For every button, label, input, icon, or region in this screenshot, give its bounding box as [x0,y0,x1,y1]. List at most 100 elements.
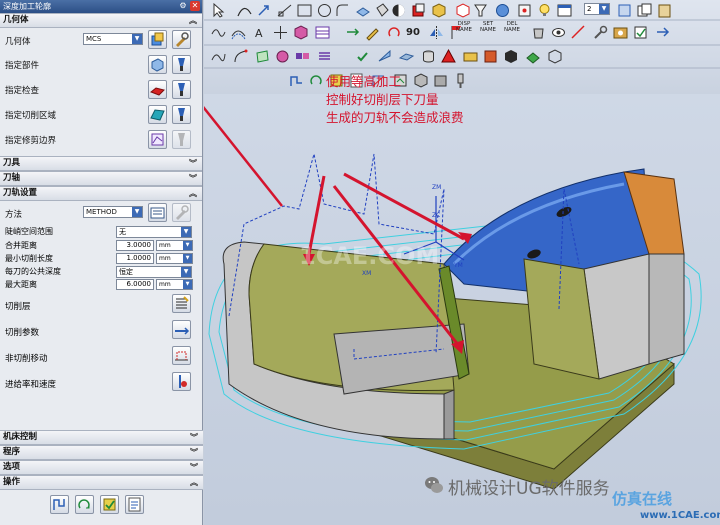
tools-icon[interactable] [616,2,633,19]
rectangle-icon[interactable] [296,2,313,19]
line-icon[interactable] [276,2,293,19]
options-section-header[interactable]: 选项 ︾ [0,460,203,475]
pencil-icon[interactable] [364,24,381,41]
cursor-icon[interactable] [210,2,227,19]
sphere-icon[interactable] [494,2,511,19]
merge-distance-input[interactable]: 3.0000 [116,240,154,251]
circle-icon[interactable] [316,2,333,19]
verify-toolpath-button[interactable] [100,495,119,514]
new-method-button[interactable] [148,203,167,222]
geometry-section-header[interactable]: 几何体 ︽ [0,13,202,28]
select-trim-button[interactable] [148,130,167,149]
check-green-icon[interactable] [354,48,371,65]
text-icon[interactable]: A [252,24,269,41]
machine-control-section-header[interactable]: 机床控制 ︾ [0,430,203,445]
close-icon[interactable]: ✕ [190,1,200,11]
spline-icon[interactable] [210,24,227,41]
color-box-icon[interactable] [482,48,499,65]
max-distance-unit-select[interactable]: mm ▼ [156,279,193,290]
replay-toolpath-button[interactable] [75,495,94,514]
disp-name-button[interactable]: DISP NAME [454,21,474,33]
gray-cube-icon[interactable] [432,72,449,89]
cut-params-button[interactable] [172,320,191,339]
plane-icon[interactable] [398,48,415,65]
cut-cube-icon[interactable] [412,72,429,89]
spline-2-icon[interactable] [210,48,227,65]
replay-icon[interactable] [308,72,325,89]
steep-gap-select[interactable]: 无 ▼ [116,226,192,238]
angle-90-icon[interactable]: 90 [406,24,423,41]
cylinder-icon[interactable] [420,48,437,65]
mirror-icon[interactable] [428,24,445,41]
solid-icon[interactable] [502,48,519,65]
feeds-speeds-button[interactable] [172,372,191,391]
min-cut-length-unit-select[interactable]: mm ▼ [156,253,193,264]
assembly-icon[interactable] [294,48,311,65]
fillet-icon[interactable] [334,2,351,19]
bulb-icon[interactable] [536,2,553,19]
offset-curve-icon[interactable] [230,24,247,41]
measure-icon[interactable] [570,24,587,41]
cut-levels-button[interactable] [172,294,191,313]
arrow-icon[interactable] [256,2,273,19]
wrench-icon[interactable] [592,24,609,41]
program-section-header[interactable]: 程序 ︾ [0,445,203,460]
render-icon[interactable] [390,2,407,19]
del-name-button[interactable]: DEL NAME [502,21,522,33]
move-icon[interactable] [344,24,361,41]
set-name-button[interactable]: SET NAME [478,21,498,33]
display-cut-area-button[interactable] [172,105,191,124]
copy-icon[interactable] [636,2,653,19]
paste-icon[interactable] [656,2,673,19]
operation-icon[interactable] [288,72,305,89]
curve-icon[interactable] [236,2,253,19]
new-geometry-button[interactable] [148,30,167,49]
generate-toolpath-button[interactable] [50,495,69,514]
dialog-icon[interactable] [556,2,573,19]
edit-geometry-button[interactable] [172,30,191,49]
non-cut-moves-button[interactable] [172,346,191,365]
display-part-button[interactable] [172,55,191,74]
shape-pink-icon[interactable] [274,48,291,65]
sketch-icon[interactable] [232,48,249,65]
edit-method-button[interactable] [172,203,191,222]
wireframe-icon[interactable] [546,48,563,65]
checkbox-icon[interactable] [632,24,649,41]
graphics-viewport[interactable]: ZM ZC YM XM 1CAE.COM [204,94,720,525]
select-cut-area-button[interactable] [148,105,167,124]
tool-section-header[interactable]: 刀具 ︾ [0,156,202,171]
display-check-button[interactable] [172,80,191,99]
layer-icon[interactable] [410,2,427,19]
path-settings-section-header[interactable]: 刀轨设置 ︽ [0,186,202,201]
select-filter-icon[interactable] [472,2,489,19]
extrude-icon[interactable] [354,2,371,19]
stack-icon[interactable] [316,48,333,65]
point-icon[interactable] [272,24,289,41]
hole-icon[interactable] [612,24,629,41]
forward-arrow-icon[interactable] [654,24,671,41]
settings-icon[interactable]: ⚙ [178,1,188,11]
axis-section-header[interactable]: 刀轴 ︾ [0,171,202,186]
pyramid-icon[interactable] [440,48,457,65]
part-green-icon[interactable] [524,48,541,65]
min-cut-length-input[interactable]: 1.0000 [116,253,154,264]
eye-icon[interactable] [550,24,567,41]
display-trim-button[interactable] [172,130,191,149]
fill-icon[interactable] [374,2,391,19]
select-check-button[interactable] [148,80,167,99]
view-cube-icon[interactable] [454,2,471,19]
rotate-icon[interactable] [386,24,403,41]
datum-icon[interactable] [254,48,271,65]
merge-distance-unit-select[interactable]: mm ▼ [156,240,193,251]
blade-icon[interactable] [376,48,393,65]
depth-per-cut-select[interactable]: 恒定 ▼ [116,266,192,278]
layer-dropdown[interactable]: 2 ▼ [584,3,610,15]
max-distance-input[interactable]: 6.0000 [116,279,154,290]
cube-gold-icon[interactable] [430,2,447,19]
actions-section-header[interactable]: 操作 ︽ [0,475,203,490]
bucket-icon[interactable] [530,24,547,41]
block-icon[interactable] [292,24,309,41]
geometry-select[interactable]: MCS ▼ [83,33,143,45]
snap-icon[interactable] [516,2,533,19]
select-part-button[interactable] [148,55,167,74]
